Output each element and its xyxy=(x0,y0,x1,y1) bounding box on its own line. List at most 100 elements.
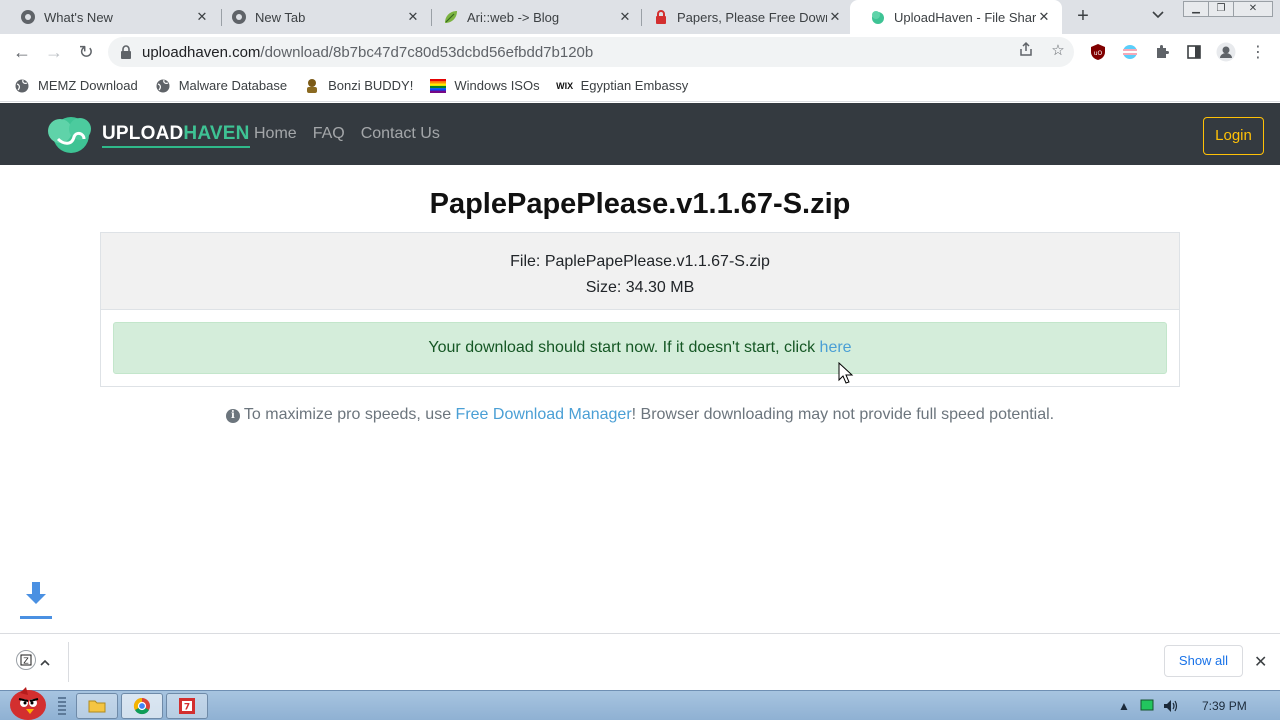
wix-icon: WIX xyxy=(556,80,574,91)
download-shelf: Z Show all ✕ xyxy=(0,633,1280,689)
lock-icon xyxy=(653,9,669,25)
profile-avatar-icon[interactable] xyxy=(1216,42,1236,62)
taskbar-7zip-button[interactable]: 7 xyxy=(166,693,208,719)
bookmark-memz-download[interactable]: MEMZ Download xyxy=(14,78,138,94)
show-all-button[interactable]: Show all xyxy=(1164,645,1243,677)
tab-search-chevron-icon[interactable] xyxy=(1152,8,1164,22)
login-button[interactable]: Login xyxy=(1203,117,1264,155)
bookmark-malware-database[interactable]: Malware Database xyxy=(155,78,287,94)
tab-whats-new[interactable]: What's New ✕ xyxy=(0,0,220,34)
globe-icon xyxy=(14,78,30,94)
taskbar-clock[interactable]: 7:39 PM xyxy=(1202,699,1247,713)
tab-title: Ari::web -> Blog xyxy=(467,9,560,25)
uploadhaven-logo[interactable]: UPLOADHAVEN xyxy=(44,111,250,160)
download-arrow-icon xyxy=(20,580,52,620)
file-size-text: Size: 34.30 MB xyxy=(585,279,695,296)
svg-text:uO: uO xyxy=(1094,50,1103,57)
download-item[interactable]: Z xyxy=(16,650,50,675)
mouse-cursor-icon xyxy=(838,361,854,391)
tab-uploadhaven[interactable]: UploadHaven - File Shari ✕ xyxy=(850,0,1062,34)
tip-text-after: ! Browser downloading may not provide fu… xyxy=(631,406,1055,423)
side-panel-icon[interactable] xyxy=(1184,42,1204,62)
rainbow-flag-icon xyxy=(430,78,447,94)
bookmark-label: Malware Database xyxy=(178,78,288,93)
tip-text-before: To maximize pro speeds, use xyxy=(243,406,456,423)
globe-icon xyxy=(155,78,171,94)
ublock-icon[interactable]: uO xyxy=(1088,42,1108,62)
page-title: PaplePapePlease.v1.1.67-S.zip xyxy=(429,188,851,220)
extensions-puzzle-icon[interactable] xyxy=(1152,42,1172,62)
tray-expand-icon[interactable]: ▲ xyxy=(1118,699,1130,713)
tab-papers-please[interactable]: Papers, Please Free Down ✕ xyxy=(633,0,853,34)
address-bar[interactable]: uploadhaven.com/download/8b7bc47d7c80d53… xyxy=(108,37,1074,67)
tab-ariweb-blog[interactable]: Ari::web -> Blog ✕ xyxy=(423,0,643,34)
site-nav-links: Home FAQ Contact Us xyxy=(254,125,456,143)
bookmark-egyptian-embassy[interactable]: WIX Egyptian Embassy xyxy=(556,78,689,94)
taskbar-grip xyxy=(58,697,66,715)
more-menu-icon[interactable]: ⋮ xyxy=(1248,42,1268,62)
tab-new-tab[interactable]: New Tab ✕ xyxy=(211,0,431,34)
shelf-divider xyxy=(68,642,69,682)
start-button-angry-bird-icon[interactable] xyxy=(4,683,50,720)
free-download-manager-link[interactable]: Free Download Manager xyxy=(456,406,632,423)
bookmark-label: MEMZ Download xyxy=(38,78,138,93)
svg-text:Z: Z xyxy=(23,657,29,666)
bonzi-icon xyxy=(304,78,320,94)
url-host: uploadhaven.com xyxy=(142,43,261,61)
download-started-alert: Your download should start now. If it do… xyxy=(113,322,1167,374)
download-here-link[interactable]: here xyxy=(820,339,852,356)
lock-icon xyxy=(120,45,132,59)
tab-title: UploadHaven - File Shari xyxy=(894,9,1036,25)
bookmark-label: Windows ISOs xyxy=(454,78,540,93)
network-icon[interactable] xyxy=(1140,699,1154,714)
bookmarks-bar: MEMZ Download Malware Database Bonzi BUD… xyxy=(0,70,1280,102)
bookmark-label: Egyptian Embassy xyxy=(580,78,689,93)
close-shelf-icon[interactable]: ✕ xyxy=(1254,652,1267,672)
logo-text-upload: UPLOAD xyxy=(102,123,184,144)
zip-file-icon: Z xyxy=(16,650,36,675)
taskbar-explorer-button[interactable] xyxy=(76,693,118,719)
back-button[interactable]: ← xyxy=(10,40,34,64)
volume-icon[interactable] xyxy=(1163,699,1179,716)
bookmark-bonzi-buddy[interactable]: Bonzi BUDDY! xyxy=(304,78,413,94)
chevron-up-icon[interactable] xyxy=(40,654,50,672)
taskbar-chrome-button[interactable] xyxy=(121,693,163,719)
file-name-text: File: PaplePapePlease.v1.1.67-S.zip xyxy=(510,253,770,270)
leaf-icon xyxy=(443,9,459,25)
forward-button[interactable]: → xyxy=(42,40,66,64)
minimize-button[interactable]: ▁ xyxy=(1183,1,1209,17)
alert-text: Your download should start now. If it do… xyxy=(428,339,820,356)
bookmark-label: Bonzi BUDDY! xyxy=(328,78,414,93)
browser-toolbar: ← → ↻ uploadhaven.com/download/8b7bc47d7… xyxy=(0,34,1280,70)
tab-close-icon[interactable]: ✕ xyxy=(194,9,210,25)
cloud-logo-icon xyxy=(44,111,98,160)
logo-text: UPLOADHAVEN xyxy=(102,123,250,148)
nav-home-link[interactable]: Home xyxy=(254,125,297,143)
uploadhaven-icon xyxy=(870,9,886,25)
restore-button[interactable]: ❐ xyxy=(1208,1,1234,17)
taskbar: 7 ▲ 7:39 PM xyxy=(0,687,1280,720)
tab-close-icon[interactable]: ✕ xyxy=(827,9,843,25)
svg-text:7: 7 xyxy=(184,703,190,713)
new-tab-button[interactable]: + xyxy=(1072,5,1094,27)
nav-contact-us-link[interactable]: Contact Us xyxy=(361,125,440,143)
tab-close-icon[interactable]: ✕ xyxy=(617,9,633,25)
tab-title: What's New xyxy=(44,9,113,25)
nav-faq-link[interactable]: FAQ xyxy=(313,125,345,143)
tab-close-icon[interactable]: ✕ xyxy=(405,9,421,25)
site-navbar: UPLOADHAVEN Home FAQ Contact Us xyxy=(0,103,1280,165)
chrome-icon xyxy=(231,9,247,25)
close-window-button[interactable]: ✕ xyxy=(1233,1,1273,17)
tab-close-icon[interactable]: ✕ xyxy=(1036,9,1052,25)
trans-flag-extension-icon[interactable] xyxy=(1120,42,1140,62)
share-icon[interactable] xyxy=(1016,41,1036,61)
tab-strip: What's New ✕ New Tab ✕ Ari::web -> Blog … xyxy=(0,0,1280,34)
speed-tip: i To maximize pro speeds, use Free Downlo… xyxy=(0,406,1280,424)
bookmark-windows-isos[interactable]: Windows ISOs xyxy=(430,78,540,94)
info-icon: i xyxy=(225,409,240,423)
url-path: /download/8b7bc47d7c80d53dcbd56efbdd7b12… xyxy=(260,43,594,61)
reload-button[interactable]: ↻ xyxy=(74,40,98,64)
tab-title: Papers, Please Free Down xyxy=(677,9,827,25)
bookmark-star-icon[interactable]: ☆ xyxy=(1048,41,1068,61)
file-card: File: PaplePapePlease.v1.1.67-S.zip Size… xyxy=(100,232,1180,387)
